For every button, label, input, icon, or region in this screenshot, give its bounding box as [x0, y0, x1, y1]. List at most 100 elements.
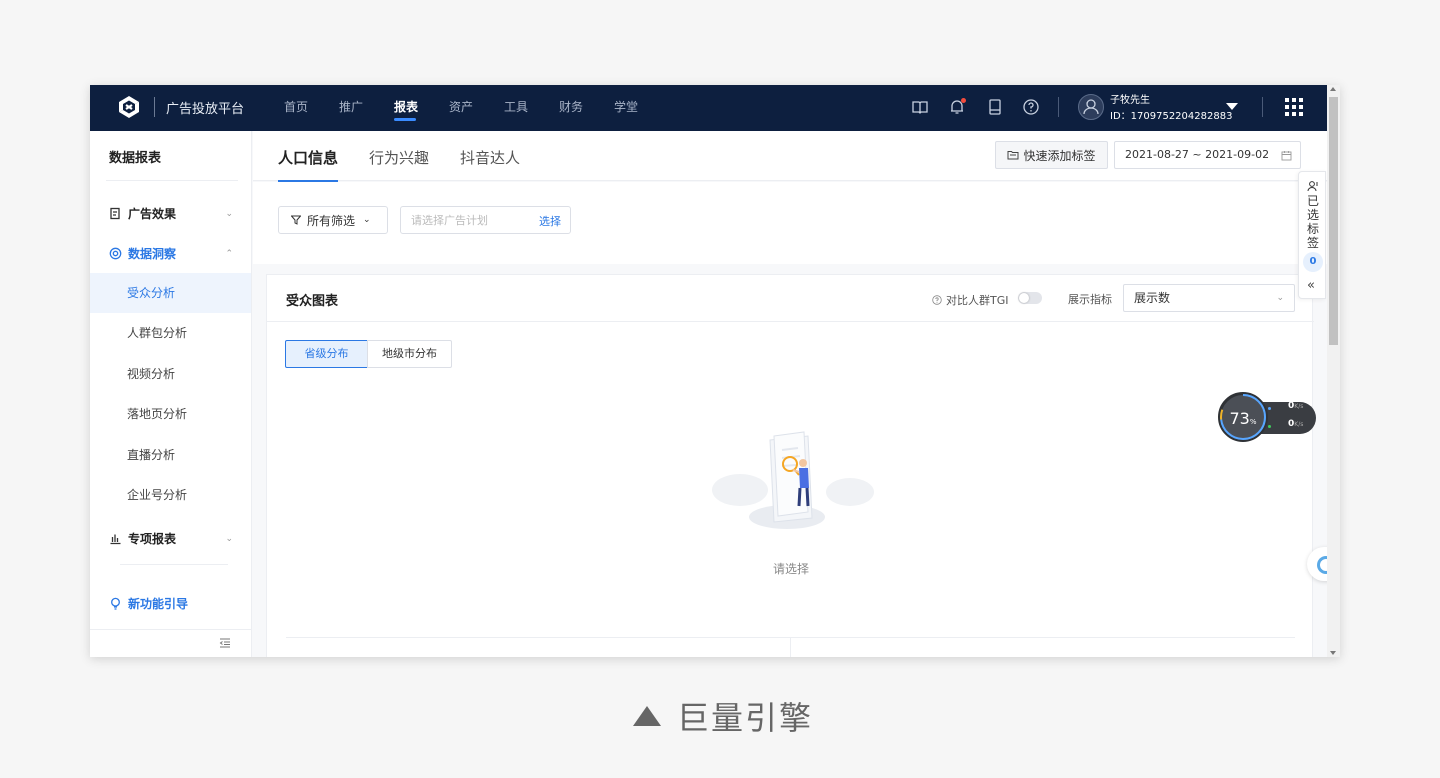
- book-icon[interactable]: [911, 98, 929, 116]
- filter-bar: 所有筛选 ⌄ 选择: [253, 182, 1327, 264]
- ad-plan-input[interactable]: [411, 212, 521, 228]
- quick-add-tag-label: 快速添加标签: [1023, 148, 1096, 163]
- ad-plan-selector: 选择: [400, 206, 571, 234]
- caption: 巨量引擎: [633, 693, 813, 739]
- empty-state-illustration: [700, 420, 880, 540]
- user-id: ID：1709752204282883: [1110, 111, 1233, 122]
- app-window: 广告投放平台 首页 推广 报表 资产 工具 财务 学堂 子牧先生 ID：1709…: [90, 85, 1340, 657]
- sidebar-item-landing-page[interactable]: 落地页分析: [90, 394, 251, 434]
- sidebar-item-audience[interactable]: 受众分析: [90, 273, 251, 313]
- document-icon: [110, 207, 120, 220]
- segment-province[interactable]: 省级分布: [285, 340, 368, 368]
- nav-tools[interactable]: 工具: [504, 85, 559, 131]
- selected-tags-label: 已选标签: [1306, 194, 1319, 250]
- sidebar-group-label: 数据洞察: [128, 247, 177, 261]
- app-grid-icon[interactable]: [1285, 98, 1303, 116]
- chevron-down-icon: ⌄: [1276, 293, 1284, 303]
- segment-city[interactable]: 地级市分布: [367, 340, 452, 368]
- metric-label: 展示指标: [1068, 293, 1112, 306]
- topbar-divider-2: [1262, 97, 1263, 117]
- nav-home[interactable]: 首页: [284, 85, 339, 131]
- card-section-vdivider: [790, 637, 791, 657]
- sidebar-group-special[interactable]: 专项报表 ⌄: [109, 530, 233, 547]
- empty-state-text: 请选择: [773, 562, 810, 576]
- selected-tags-panel[interactable]: 已选标签 0 «: [1298, 171, 1326, 299]
- sidebar-group-label: 专项报表: [128, 532, 177, 546]
- chevron-down-icon: ⌄: [363, 215, 371, 225]
- download-speed: 0K/s: [1288, 419, 1304, 429]
- audience-chart-card: 受众图表 对比人群TGI 展示指标 展示数 ⌄ 省级分布 地级市分布 请选择: [266, 274, 1314, 657]
- bell-icon[interactable]: [948, 98, 966, 116]
- date-range-picker[interactable]: 2021-08-27 ~ 2021-09-02: [1114, 141, 1301, 169]
- sidebar-footer: [90, 629, 251, 657]
- chevron-down-icon: ⌄: [225, 208, 233, 219]
- card-title: 受众图表: [286, 294, 339, 309]
- upload-dot: [1268, 407, 1271, 410]
- scroll-up-arrow[interactable]: [1330, 87, 1336, 91]
- sidebar-item-crowd-package[interactable]: 人群包分析: [90, 313, 251, 353]
- metric-select[interactable]: 展示数 ⌄: [1123, 284, 1295, 312]
- nav-assets[interactable]: 资产: [449, 85, 504, 131]
- usage-percent: 73%: [1229, 409, 1257, 428]
- insight-icon: [109, 247, 122, 260]
- notification-dot: [961, 98, 966, 103]
- nav-finance[interactable]: 财务: [559, 85, 614, 131]
- user-menu-caret-icon[interactable]: [1226, 103, 1238, 110]
- upload-speed: 0K/s: [1288, 401, 1304, 411]
- nav-academy[interactable]: 学堂: [614, 85, 669, 131]
- all-filters-button[interactable]: 所有筛选 ⌄: [278, 206, 388, 234]
- tab-demographics[interactable]: 人口信息: [278, 147, 339, 182]
- user-name[interactable]: 子牧先生: [1110, 91, 1150, 106]
- date-range-value: 2021-08-27 ~ 2021-09-02: [1125, 148, 1270, 161]
- nav-promotion[interactable]: 推广: [339, 85, 394, 131]
- main-nav: 首页 推广 报表 资产 工具 财务 学堂: [284, 85, 669, 131]
- collapse-sidebar-icon[interactable]: [219, 638, 231, 648]
- tablet-icon[interactable]: [986, 98, 1004, 116]
- topbar-divider: [1058, 97, 1059, 117]
- sidebar-item-video[interactable]: 视频分析: [90, 354, 251, 394]
- user-avatar[interactable]: [1078, 94, 1104, 120]
- tab-behavior-interest[interactable]: 行为兴趣: [369, 147, 429, 168]
- tgi-toggle[interactable]: [1018, 292, 1042, 304]
- cpu-usage-gauge: 73%: [1218, 392, 1268, 442]
- ad-plan-select-link[interactable]: 选择: [539, 213, 561, 229]
- top-nav-bar: 广告投放平台 首页 推广 报表 资产 工具 财务 学堂 子牧先生 ID：1709…: [90, 85, 1327, 131]
- question-circle-icon[interactable]: [932, 295, 942, 305]
- sidebar-divider: [106, 180, 238, 181]
- sidebar-title: 数据报表: [109, 151, 162, 166]
- platform-name: 广告投放平台: [166, 102, 245, 117]
- card-header-divider: [267, 321, 1314, 322]
- lightbulb-icon: [111, 597, 120, 610]
- all-filters-label: 所有筛选: [307, 213, 356, 228]
- ocean-engine-logo[interactable]: [116, 94, 142, 120]
- sidebar-group-insight[interactable]: 数据洞察 ⌃: [109, 245, 233, 262]
- chevron-up-icon: ⌃: [225, 248, 233, 259]
- help-icon[interactable]: [1022, 98, 1040, 116]
- sidebar-group-label: 新功能引导: [128, 597, 189, 611]
- page-scrollbar[interactable]: [1327, 85, 1340, 657]
- bar-chart-icon: [110, 534, 121, 545]
- sidebar-group-label: 广告效果: [128, 207, 177, 221]
- chevron-down-icon: ⌄: [225, 533, 233, 544]
- caption-text: 巨量引擎: [677, 699, 814, 737]
- scroll-down-arrow[interactable]: [1330, 651, 1336, 655]
- tab-douyin-creators[interactable]: 抖音达人: [460, 147, 520, 168]
- nav-reports[interactable]: 报表: [394, 85, 449, 131]
- filter-icon: [291, 215, 301, 225]
- calendar-icon: [1281, 151, 1292, 161]
- quick-add-tag-button[interactable]: 快速添加标签: [995, 141, 1108, 169]
- sidebar-group-ad-effect[interactable]: 广告效果 ⌄: [109, 205, 233, 222]
- sidebar-item-enterprise[interactable]: 企业号分析: [90, 475, 251, 515]
- network-speed-widget[interactable]: 73% 0K/s 0K/s: [1218, 392, 1318, 442]
- triangle-icon: [633, 706, 661, 726]
- selected-tags-count: 0: [1303, 252, 1323, 272]
- sidebar-new-feature-guide[interactable]: 新功能引导: [109, 595, 233, 612]
- double-chevron-left-icon[interactable]: «: [1307, 278, 1315, 293]
- scroll-thumb[interactable]: [1329, 97, 1338, 345]
- metric-value: 展示数: [1134, 291, 1171, 305]
- tabs-bar: 人口信息 行为兴趣 抖音达人 快速添加标签 2021-08-27 ~ 2021-…: [253, 131, 1327, 182]
- sidebar: 数据报表 广告效果 ⌄ 数据洞察 ⌃ 受众分析 人群包分析 视频分析 落地页分析…: [90, 131, 252, 657]
- sidebar-item-live[interactable]: 直播分析: [90, 435, 251, 475]
- logo-divider: [154, 97, 155, 117]
- user-tag-icon: [1307, 181, 1318, 192]
